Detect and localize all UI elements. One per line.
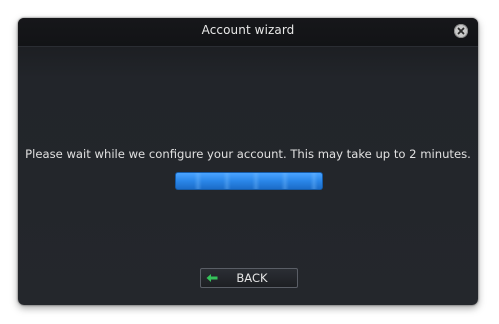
- progress-stripes: [176, 173, 322, 189]
- account-wizard-dialog: Account wizard Please wait while we conf…: [18, 18, 478, 305]
- title-bar: Account wizard: [18, 18, 478, 47]
- close-button[interactable]: [454, 24, 468, 38]
- dialog-title: Account wizard: [201, 23, 295, 37]
- back-button[interactable]: BACK: [200, 268, 298, 288]
- progress-bar: [176, 173, 322, 189]
- close-icon: [457, 27, 465, 35]
- wait-message: Please wait while we configure your acco…: [25, 147, 471, 161]
- back-button-label: BACK: [236, 271, 268, 285]
